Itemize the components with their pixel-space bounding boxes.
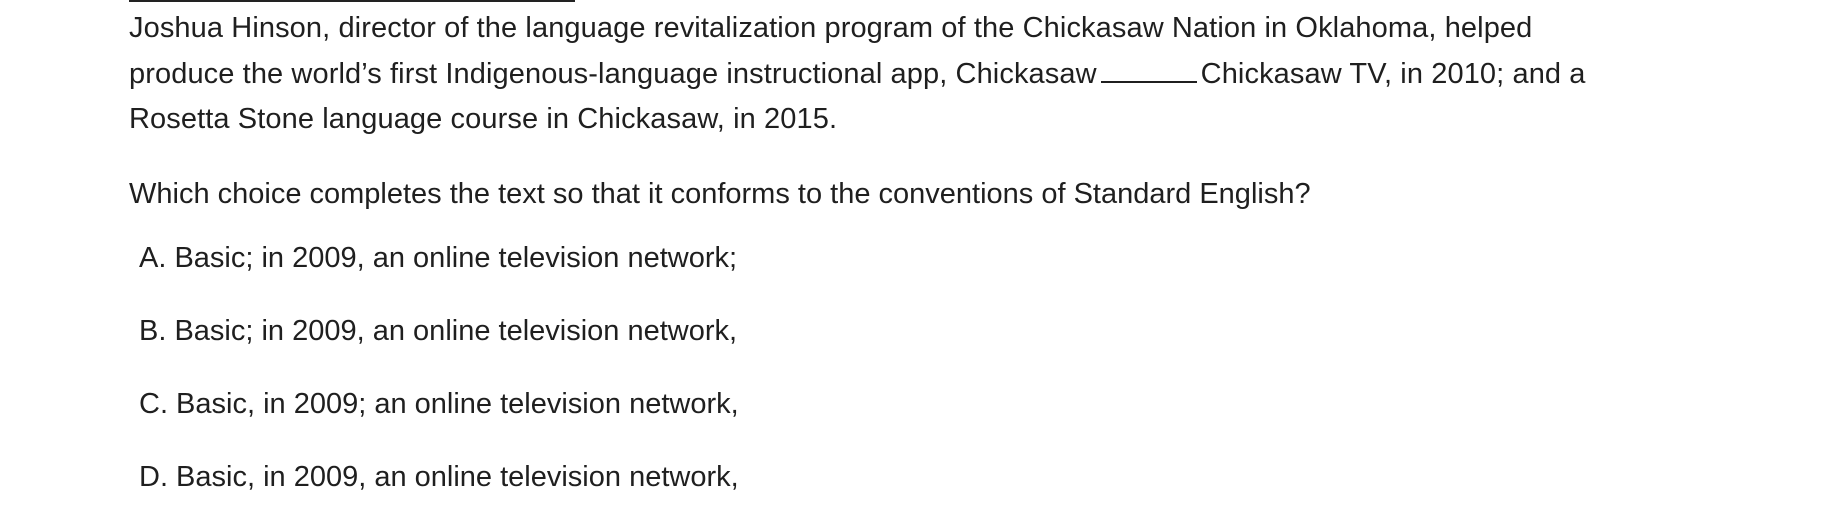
passage-line-3: Rosetta Stone language course in Chickas…: [129, 103, 838, 135]
question-prompt: Which choice completes the text so that …: [129, 178, 1311, 210]
answer-blank: [1100, 59, 1197, 83]
choice-b[interactable]: B. Basic; in 2009, an online television …: [139, 309, 739, 382]
top-divider: [129, 0, 575, 2]
passage-line-1: Joshua Hinson, director of the language …: [129, 12, 1533, 44]
passage-text: Joshua Hinson, director of the language …: [129, 6, 1769, 143]
choice-d[interactable]: D. Basic, in 2009, an online television …: [139, 455, 739, 528]
choice-a[interactable]: A. Basic; in 2009, an online television …: [139, 236, 739, 309]
choice-c[interactable]: C. Basic, in 2009; an online television …: [139, 382, 739, 455]
answer-choices: A. Basic; in 2009, an online television …: [139, 236, 739, 528]
passage-line-2: produce the world’s first Indigenous-lan…: [129, 52, 1769, 98]
passage-line-2-after: Chickasaw TV, in 2010; and a: [1200, 57, 1586, 90]
passage-line-2-before: produce the world’s first Indigenous-lan…: [129, 57, 1097, 90]
